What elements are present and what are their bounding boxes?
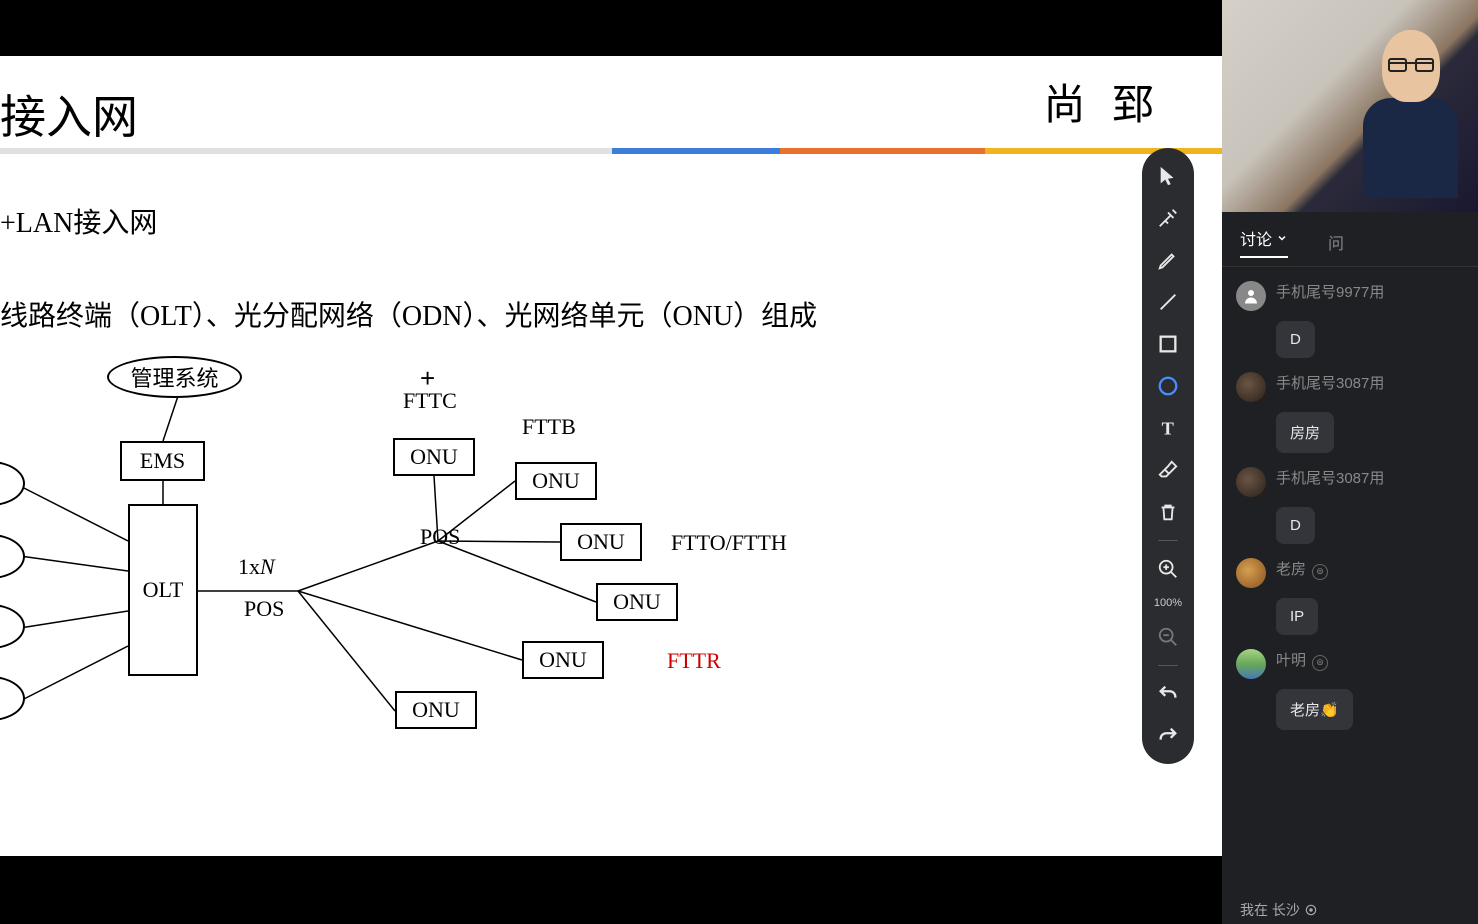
chat-tabs: 讨论 问	[1222, 212, 1478, 267]
badge-icon: ⊜	[1312, 655, 1328, 671]
location-icon	[1304, 903, 1318, 917]
chat-username: 手机尾号3087用	[1276, 467, 1384, 488]
separator	[1158, 665, 1178, 666]
cursor-tool[interactable]	[1154, 162, 1182, 190]
annotation-toolbar: T 100%	[1142, 148, 1194, 764]
redo-tool[interactable]	[1154, 722, 1182, 750]
chat-message: 手机尾号3087用	[1222, 366, 1478, 408]
network-diagram: 管理系统 EMS OLT 络 络 1xN POS POS ONU ONU ONU…	[0, 346, 800, 796]
line-tool[interactable]	[1154, 288, 1182, 316]
svg-text:T: T	[1162, 418, 1174, 438]
separator	[1158, 540, 1178, 541]
chat-username: 老房⊜	[1276, 558, 1328, 580]
chat-message: 手机尾号9977用	[1222, 275, 1478, 317]
divider-bar	[0, 148, 1222, 154]
chat-bubble: D	[1276, 321, 1315, 358]
avatar[interactable]	[1236, 649, 1266, 679]
node-ems: EMS	[120, 441, 205, 481]
circle-tool[interactable]	[1154, 372, 1182, 400]
eraser-tool[interactable]	[1154, 456, 1182, 484]
node-mgmt: 管理系统	[107, 356, 242, 398]
chat-message: 老房⊜	[1222, 552, 1478, 594]
chat-bubble: 房房	[1276, 412, 1334, 453]
node-onu-6: ONU	[395, 691, 477, 729]
avatar[interactable]	[1236, 372, 1266, 402]
text-tool[interactable]: T	[1154, 414, 1182, 442]
chat-username: 手机尾号9977用	[1276, 281, 1384, 302]
node-onu-4: ONU	[596, 583, 678, 621]
label-pos1: POS	[244, 596, 284, 622]
label-pos2: POS	[420, 524, 460, 550]
delete-tool[interactable]	[1154, 498, 1182, 526]
pen-tool[interactable]	[1154, 246, 1182, 274]
label-1xn: 1xN	[238, 554, 275, 580]
node-olt: OLT	[128, 504, 198, 676]
chat-bubble: D	[1276, 507, 1315, 544]
slide-subtitle: +LAN接入网	[0, 201, 157, 241]
avatar[interactable]	[1236, 467, 1266, 497]
main-content: 接入网 尚 郅 +LAN接入网 线路终端（OLT）、光分配网络（ODN）、光网络…	[0, 0, 1222, 924]
zoom-in-tool[interactable]	[1154, 555, 1182, 583]
chat-panel: 讨论 问 手机尾号9977用 D 手机尾号3087用 房房 手机尾号3087用 …	[1222, 0, 1478, 924]
label-fttc: FTTC	[403, 388, 457, 414]
node-onu-2: ONU	[515, 462, 597, 500]
chevron-down-icon	[1276, 232, 1288, 244]
node-onu-5: ONU	[522, 641, 604, 679]
zoom-out-tool[interactable]	[1154, 623, 1182, 651]
badge-icon: ⊜	[1312, 564, 1328, 580]
chat-bubble: IP	[1276, 598, 1318, 635]
label-fttb: FTTB	[522, 414, 576, 440]
node-onu-1: ONU	[393, 438, 475, 476]
slide-description: 线路终端（OLT）、光分配网络（ODN）、光网络单元（ONU）组成	[0, 294, 817, 334]
chat-messages[interactable]: 手机尾号9977用 D 手机尾号3087用 房房 手机尾号3087用 D 老房⊜…	[1222, 267, 1478, 924]
laser-tool[interactable]	[1154, 204, 1182, 232]
undo-tool[interactable]	[1154, 680, 1182, 708]
tab-discuss[interactable]: 讨论	[1240, 226, 1288, 258]
chat-message: 手机尾号3087用	[1222, 461, 1478, 503]
rect-tool[interactable]	[1154, 330, 1182, 358]
location-status[interactable]: 我在 长沙	[1232, 896, 1326, 924]
presenter-webcam[interactable]	[1222, 0, 1478, 212]
chat-username: 叶明⊜	[1276, 649, 1328, 671]
label-ftto-ftth: FTTO/FTTH	[671, 530, 787, 556]
chat-username: 手机尾号3087用	[1276, 372, 1384, 393]
brand-logo: 尚 郅	[1043, 71, 1162, 132]
label-fttr: FTTR	[667, 648, 721, 674]
slide: 接入网 尚 郅 +LAN接入网 线路终端（OLT）、光分配网络（ODN）、光网络…	[0, 56, 1222, 856]
tab-other[interactable]: 问	[1328, 230, 1344, 254]
node-onu-3: ONU	[560, 523, 642, 561]
slide-title: 接入网	[0, 81, 138, 147]
chat-message: 叶明⊜	[1222, 643, 1478, 685]
zoom-level: 100%	[1154, 597, 1182, 609]
avatar[interactable]	[1236, 281, 1266, 311]
avatar[interactable]	[1236, 558, 1266, 588]
chat-bubble: 老房👏	[1276, 689, 1353, 730]
